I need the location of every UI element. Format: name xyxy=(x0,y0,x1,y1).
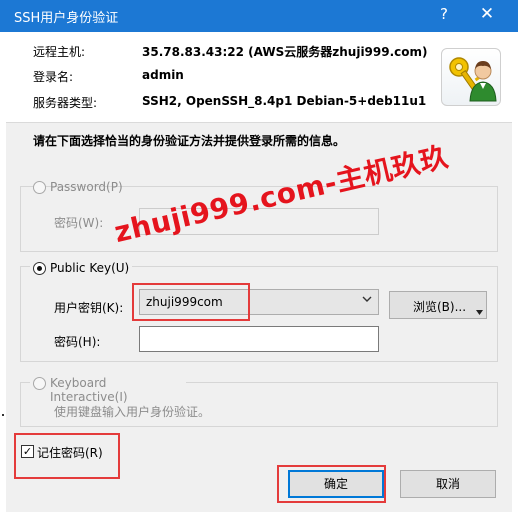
browse-button-label: 浏览(B)... xyxy=(413,300,467,314)
cancel-button[interactable]: 取消 xyxy=(400,470,496,498)
dropdown-arrow-icon xyxy=(476,304,483,318)
close-button[interactable]: ✕ xyxy=(474,4,500,26)
keyboard-method-option: Keyboard Interactive(I) xyxy=(30,376,186,404)
window-title: SSH用户身份验证 xyxy=(14,11,119,26)
publickey-radio[interactable] xyxy=(33,262,46,275)
chevron-down-icon xyxy=(362,294,372,307)
browse-button[interactable]: 浏览(B)... xyxy=(389,291,487,319)
highlight-box-user-key xyxy=(132,283,250,321)
key-password-label: 密码(H): xyxy=(54,335,101,349)
keyboard-radio xyxy=(33,377,46,390)
keyboard-radio-label: Keyboard Interactive(I) xyxy=(50,376,128,404)
keyboard-description: 使用键盘输入用户身份验证。 xyxy=(54,405,211,419)
login-name-label: 登录名: xyxy=(33,70,74,84)
password-radio xyxy=(33,181,46,194)
user-key-label: 用户密钥(K): xyxy=(54,301,124,315)
server-type-value: SSH2, OpenSSH_8.4p1 Debian-5+deb11u1 xyxy=(142,94,427,108)
help-button[interactable]: ? xyxy=(432,5,456,27)
highlight-box-ok xyxy=(277,465,386,503)
publickey-method-option[interactable]: Public Key(U) xyxy=(30,261,132,277)
login-name-value: admin xyxy=(142,68,184,82)
title-bar[interactable]: SSH用户身份验证 ? ✕ xyxy=(0,0,518,32)
password-field-label: 密码(W): xyxy=(54,216,104,230)
key-password-input[interactable] xyxy=(139,326,379,352)
stray-dot xyxy=(2,414,4,416)
remote-host-label: 远程主机: xyxy=(33,45,86,59)
password-radio-label: Password(P) xyxy=(50,180,123,194)
server-type-label: 服务器类型: xyxy=(33,96,98,110)
key-user-icon xyxy=(441,48,501,106)
remote-host-value: 35.78.83.43:22 (AWS云服务器zhuji999.com) xyxy=(142,45,428,59)
publickey-radio-label: Public Key(U) xyxy=(50,261,130,275)
auth-prompt: 请在下面选择恰当的身份验证方法并提供登录所需的信息。 xyxy=(33,134,346,148)
highlight-box-remember xyxy=(14,433,120,479)
